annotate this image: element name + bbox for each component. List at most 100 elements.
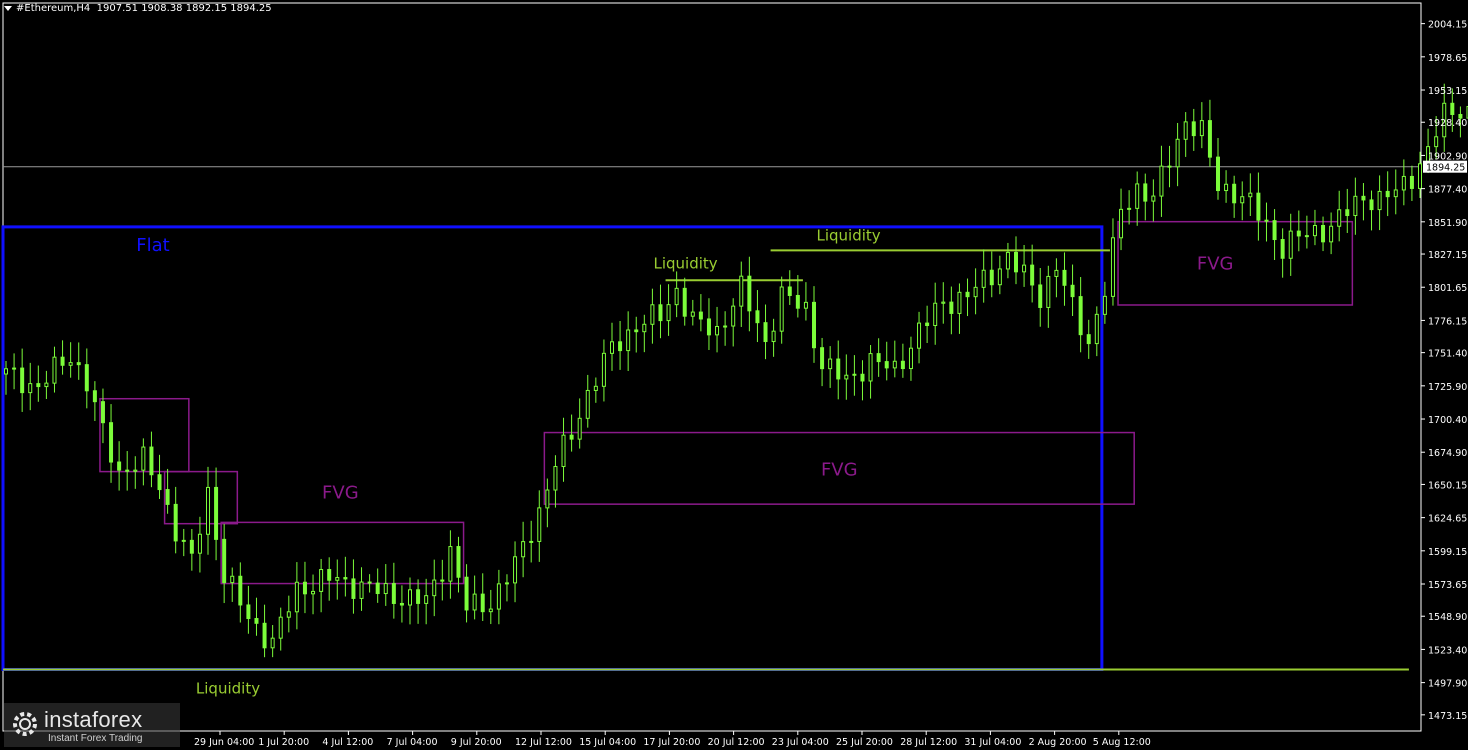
candle-body [569, 434, 574, 440]
candle-body [585, 389, 590, 419]
candle-body [327, 569, 332, 581]
x-tick-label: 28 Jul 12:00 [900, 737, 957, 748]
candle-body [1054, 269, 1059, 277]
candle-body [496, 583, 501, 610]
candle-body [416, 589, 421, 604]
candle-body [1135, 183, 1140, 209]
candle-body [706, 318, 711, 336]
candle-body [20, 367, 25, 394]
x-tick-label: 31 Jul 04:00 [964, 737, 1021, 748]
candle-body [173, 503, 178, 542]
y-tick-label: 1801.65 [1428, 283, 1467, 294]
candle-body [1102, 295, 1107, 315]
candle-body [626, 329, 631, 352]
y-tick-label: 1776.15 [1428, 316, 1467, 327]
candle-body [1393, 189, 1398, 198]
x-tick-label: 23 Jul 04:00 [772, 737, 829, 748]
candle-body [892, 360, 897, 369]
candle-body [997, 268, 1002, 286]
x-tick-label: 20 Jul 12:00 [708, 737, 765, 748]
candle-body [1110, 237, 1115, 297]
y-tick-label: 1473.15 [1428, 711, 1467, 722]
candle-body [723, 325, 728, 328]
candle-body [876, 353, 881, 363]
x-tick-label: 7 Jul 04:00 [387, 737, 438, 748]
candle-body [230, 575, 235, 584]
y-tick-label: 1928.40 [1428, 118, 1467, 129]
candle-body [860, 373, 865, 382]
candle-body [149, 446, 154, 476]
candle-body [1353, 195, 1358, 217]
y-axis: 2004.151978.651953.151928.401902.901877.… [1421, 20, 1467, 722]
candles-layer [4, 83, 1468, 658]
candle-body [1175, 138, 1180, 168]
candle-body [52, 356, 57, 384]
candle-body [1207, 120, 1212, 158]
candle-body [698, 311, 703, 320]
candle-body [900, 360, 905, 370]
candle-body [1183, 121, 1188, 140]
candle-body [1361, 195, 1366, 201]
level-label-10: Liquidity [817, 226, 881, 244]
x-tick-label: 9 Jul 20:00 [451, 737, 502, 748]
candle-body [803, 301, 808, 309]
candle-body [92, 390, 97, 403]
candle-body [254, 618, 259, 624]
annotation-labels: FlatFVGFVGFVGFVGOBCHOCHLiquidityLiquidit… [136, 226, 1234, 697]
candle-body [367, 581, 372, 584]
candle-body [222, 538, 227, 584]
candle-body [456, 546, 461, 578]
candle-body [28, 383, 33, 394]
candle-body [1030, 264, 1035, 286]
candle-body [658, 304, 663, 322]
candle-body [989, 269, 994, 286]
x-tick-label: 17 Jul 20:00 [643, 737, 700, 748]
candle-body [141, 446, 146, 471]
candle-body [1248, 192, 1253, 198]
candle-body [957, 291, 962, 314]
candle-body [133, 469, 138, 472]
candle-body [908, 347, 913, 370]
candle-body [246, 604, 251, 620]
candle-body [12, 367, 17, 370]
zone-label-0: Flat [136, 235, 169, 256]
candle-body [755, 310, 760, 324]
y-tick-label: 1725.90 [1428, 382, 1467, 393]
candle-body [513, 556, 518, 584]
candle-body [1337, 209, 1342, 227]
y-tick-label: 1548.90 [1428, 612, 1467, 623]
candle-body [1329, 225, 1334, 243]
candle-body [1191, 121, 1196, 137]
candle-body [278, 616, 283, 639]
candle-body [973, 286, 978, 298]
candle-body [1151, 195, 1156, 202]
candle-body [981, 269, 986, 288]
candle-body [206, 486, 210, 535]
zone-label-5: FVG [1197, 253, 1234, 274]
candle-body [1046, 275, 1051, 308]
candle-body [359, 581, 364, 599]
candle-body [319, 569, 324, 592]
candle-body [779, 286, 784, 332]
candle-body [109, 422, 114, 463]
candle-body [844, 374, 849, 380]
y-tick-label: 1827.15 [1428, 250, 1467, 261]
x-tick-label: 4 Jul 12:00 [322, 737, 373, 748]
candle-body [1078, 296, 1083, 336]
x-tick-label: 15 Jul 04:00 [579, 737, 636, 748]
candle-body [1167, 165, 1172, 168]
candle-body [917, 322, 922, 349]
candle-body [739, 275, 744, 307]
x-tick-label: 29 Jun 04:00 [194, 737, 254, 748]
candle-body [1062, 269, 1067, 286]
candle-body [1345, 209, 1350, 217]
candle-body [795, 294, 800, 309]
candle-body [286, 611, 291, 618]
y-tick-label: 1953.15 [1428, 86, 1467, 97]
candle-body [270, 637, 275, 649]
x-tick-label: 25 Jul 20:00 [836, 737, 893, 748]
candle-body [618, 341, 623, 352]
price-chart[interactable]: FlatFVGFVGFVGFVGOBCHOCHLiquidityLiquidit… [0, 0, 1468, 750]
candle-body [521, 541, 526, 558]
candle-body [1369, 199, 1374, 211]
